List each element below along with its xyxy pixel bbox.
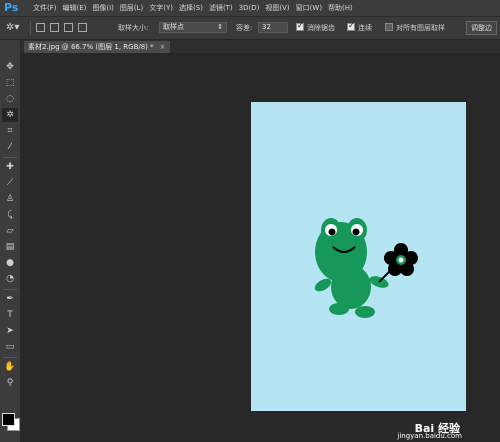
tolerance-input[interactable]: 32: [258, 22, 288, 33]
tool-divider: [3, 157, 17, 158]
lasso-icon[interactable]: ◌: [2, 92, 18, 106]
photoshop-logo: Ps: [4, 1, 19, 14]
menu-edit[interactable]: 编辑(E): [60, 0, 90, 16]
zoom-icon[interactable]: ⚲: [2, 376, 18, 390]
all-layers-label: 对所有图层取样: [396, 24, 445, 32]
new-selection-icon[interactable]: [36, 23, 45, 32]
contiguous-label: 连续: [358, 24, 372, 32]
menu-3d[interactable]: 3D(D): [236, 0, 263, 16]
antialias-label: 消除锯齿: [307, 24, 335, 32]
tolerance-label: 容差:: [236, 24, 253, 32]
intersect-selection-icon[interactable]: [78, 23, 87, 32]
document-title: 素材2.jpg @ 66.7% (图层 1, RGB/8) *: [28, 43, 154, 51]
menu-window[interactable]: 窗口(W): [293, 0, 325, 16]
eyedropper-icon[interactable]: ⁄: [2, 140, 18, 154]
blur-icon[interactable]: ●: [2, 256, 18, 270]
main-menu: 文件(F) 编辑(E) 图像(I) 图层(L) 文字(Y) 选择(S) 滤镜(T…: [30, 0, 356, 16]
menu-help[interactable]: 帮助(H): [325, 0, 356, 16]
menu-bar: Ps 文件(F) 编辑(E) 图像(I) 图层(L) 文字(Y) 选择(S) 滤…: [0, 0, 500, 17]
tool-divider: [3, 289, 17, 290]
options-divider: [30, 21, 31, 35]
sample-size-value: 取样点: [163, 23, 184, 31]
document-tab-bar: 素材2.jpg @ 66.7% (图层 1, RGB/8) * ×: [21, 40, 500, 53]
healing-brush-icon[interactable]: ✚: [2, 160, 18, 174]
menu-filter[interactable]: 滤镜(T): [206, 0, 236, 16]
brush-icon[interactable]: ⟋: [2, 176, 18, 190]
menu-view[interactable]: 视图(V): [262, 0, 292, 16]
close-icon[interactable]: ×: [160, 43, 166, 51]
refine-edge-button[interactable]: 调整边: [466, 21, 497, 35]
options-bar: ✲▾ 取样大小: 取样点 ⇕ 容差: 32 消除锯齿 连续 对所有图层取样 调整边: [0, 17, 500, 40]
chevron-down-icon: ⇕: [217, 23, 223, 31]
menu-type[interactable]: 文字(Y): [146, 0, 176, 16]
type-icon[interactable]: T: [2, 308, 18, 322]
clone-stamp-icon[interactable]: ♙: [2, 192, 18, 206]
marquee-icon[interactable]: ⬚: [2, 76, 18, 90]
antialias-checkbox[interactable]: [296, 21, 304, 31]
magic-wand-preset-icon[interactable]: ✲▾: [6, 17, 19, 39]
contiguous-checkbox[interactable]: [347, 21, 355, 31]
eraser-icon[interactable]: ▱: [2, 224, 18, 238]
frog-illustration: [314, 218, 418, 318]
all-layers-checkbox[interactable]: [385, 23, 393, 31]
watermark-url: jingyan.baidu.com: [397, 432, 462, 440]
menu-select[interactable]: 选择(S): [176, 0, 206, 16]
frog: [314, 218, 389, 318]
document-tab[interactable]: 素材2.jpg @ 66.7% (图层 1, RGB/8) * ×: [24, 41, 170, 53]
tools-panel: ✥ ⬚ ◌ ✲ ⌗ ⁄ ✚ ⟋ ♙ ⤹ ▱ ▤ ● ◔ ✒ T ➤ ▭ ✋ ⚲: [0, 40, 21, 442]
sample-size-label: 取样大小:: [118, 24, 149, 32]
dodge-icon[interactable]: ◔: [2, 272, 18, 286]
document-canvas[interactable]: [251, 102, 466, 411]
foreground-color-swatch[interactable]: [2, 413, 15, 426]
add-selection-icon[interactable]: [50, 23, 59, 32]
rectangle-icon[interactable]: ▭: [2, 340, 18, 354]
gradient-icon[interactable]: ▤: [2, 240, 18, 254]
crop-icon[interactable]: ⌗: [2, 124, 18, 138]
history-brush-icon[interactable]: ⤹: [2, 208, 18, 222]
flower-dot: [398, 257, 404, 263]
path-selection-icon[interactable]: ➤: [2, 324, 18, 338]
sample-size-select[interactable]: 取样点 ⇕: [159, 22, 227, 33]
subtract-selection-icon[interactable]: [64, 23, 73, 32]
menu-image[interactable]: 图像(I): [89, 0, 117, 16]
menu-layer[interactable]: 图层(L): [117, 0, 146, 16]
tool-divider: [3, 357, 17, 358]
hand-icon[interactable]: ✋: [2, 360, 18, 374]
pen-icon[interactable]: ✒: [2, 292, 18, 306]
menu-file[interactable]: 文件(F): [30, 0, 60, 16]
magic-wand-icon[interactable]: ✲: [2, 108, 18, 122]
move-icon[interactable]: ✥: [2, 60, 18, 74]
